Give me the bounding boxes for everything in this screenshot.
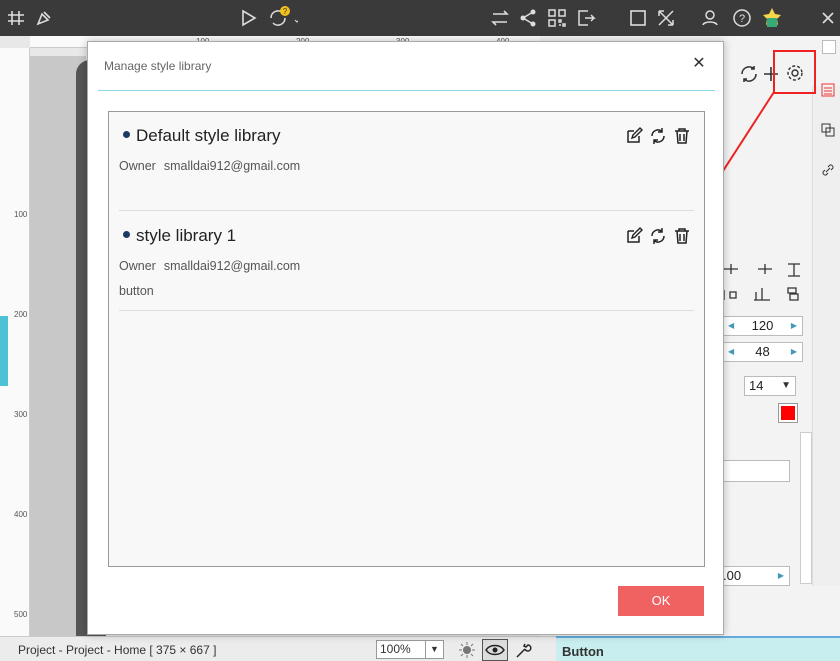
- play-icon[interactable]: [236, 6, 260, 30]
- wrench-icon[interactable]: [512, 640, 534, 660]
- list-item[interactable]: Default style library Owner smalldai912@g…: [119, 112, 694, 211]
- project-path: Project - Project - Home [ 375 × 667 ]: [18, 643, 217, 657]
- svg-text:?: ?: [739, 13, 745, 25]
- ruler-tick: 500: [14, 610, 28, 619]
- list-item[interactable]: style library 1 Owner smalldai912@gmail.c…: [119, 212, 694, 311]
- library-name: style library 1: [123, 226, 236, 246]
- increment-icon[interactable]: ▶: [791, 317, 797, 335]
- library-name-text: Default style library: [136, 126, 281, 145]
- library-owner: Owner smalldai912@gmail.com: [119, 159, 300, 173]
- layers-icon[interactable]: [820, 122, 836, 138]
- scrollbar[interactable]: [800, 432, 812, 584]
- zoom-select[interactable]: 100% ▼: [376, 640, 444, 659]
- dialog-title: Manage style library: [104, 59, 212, 73]
- left-handle[interactable]: [0, 316, 8, 386]
- ruler-tick: 400: [14, 510, 28, 519]
- list-icon[interactable]: [820, 82, 836, 98]
- sun-icon[interactable]: [456, 640, 478, 660]
- width-value: 120: [751, 318, 774, 333]
- zoom-value: 100%: [380, 642, 411, 656]
- manage-style-library-dialog: Manage style library ✕ Default style lib…: [87, 41, 724, 635]
- owner-label: Owner: [119, 259, 156, 273]
- library-actions: [620, 126, 692, 146]
- color-fill: [781, 406, 795, 420]
- chevron-down-icon: ▼: [425, 641, 443, 658]
- edit-icon[interactable]: [624, 126, 644, 146]
- collapse-icon[interactable]: [822, 40, 836, 54]
- export-icon[interactable]: [574, 6, 598, 30]
- status-bar: Project - Project - Home [ 375 × 667 ] 1…: [0, 636, 556, 661]
- ruler-tick: 300: [14, 410, 28, 419]
- height-value: 48: [755, 344, 770, 359]
- side-strip: [812, 86, 840, 586]
- close-icon[interactable]: ✕: [691, 56, 707, 72]
- bullet-icon: [123, 231, 130, 239]
- title-divider: [98, 90, 715, 91]
- owner-label: Owner: [119, 159, 156, 173]
- library-name: Default style library: [123, 126, 281, 146]
- numeric-value: .00: [723, 568, 742, 583]
- decrement-icon[interactable]: ◀: [728, 343, 734, 361]
- library-contents: button: [119, 284, 154, 298]
- height-field[interactable]: ◀ 48 ▶: [722, 342, 803, 362]
- delete-icon[interactable]: [672, 226, 692, 246]
- ruler-tick: 100: [14, 210, 28, 219]
- numeric-field[interactable]: .00 ▶: [720, 566, 790, 586]
- font-size-value: 14: [749, 378, 764, 393]
- increment-icon[interactable]: ▶: [778, 567, 784, 585]
- refresh-icon[interactable]: [738, 63, 760, 85]
- library-name-text: style library 1: [136, 226, 237, 245]
- component-name: Button: [562, 644, 604, 659]
- selected-component-bar[interactable]: Button: [556, 636, 840, 661]
- user-icon[interactable]: [698, 6, 722, 30]
- help-icon[interactable]: ?: [730, 6, 754, 30]
- sync-icon[interactable]: ?: [266, 6, 298, 30]
- library-actions: [620, 226, 692, 246]
- eye-icon[interactable]: [482, 639, 508, 661]
- library-list: Default style library Owner smalldai912@g…: [108, 111, 705, 567]
- font-size-select[interactable]: 14 ▼: [744, 376, 796, 396]
- share-icon[interactable]: [516, 6, 540, 30]
- owner-email: smalldai912@gmail.com: [163, 259, 301, 273]
- window-close-icon[interactable]: [816, 6, 840, 30]
- qrcode-icon[interactable]: [545, 6, 569, 30]
- delete-icon[interactable]: [672, 126, 692, 146]
- avatar[interactable]: [760, 6, 784, 30]
- link-icon[interactable]: [820, 162, 836, 178]
- refresh-icon[interactable]: [648, 226, 668, 246]
- grid-icon[interactable]: [4, 6, 28, 30]
- text-input[interactable]: [722, 460, 790, 482]
- expand-icon[interactable]: [654, 6, 678, 30]
- ok-button[interactable]: OK: [618, 586, 704, 616]
- edit-icon[interactable]: [624, 226, 644, 246]
- bullet-icon: [123, 131, 130, 139]
- top-toolbar: ? ?: [0, 0, 840, 36]
- decrement-icon[interactable]: ◀: [728, 317, 734, 335]
- text-color-swatch[interactable]: [778, 403, 798, 423]
- chevron-down-icon: ▼: [781, 380, 791, 391]
- align-tools[interactable]: [720, 260, 800, 306]
- library-owner: Owner smalldai912@gmail.com: [119, 259, 300, 273]
- width-field[interactable]: ◀ 120 ▶: [722, 316, 803, 336]
- refresh-icon[interactable]: [648, 126, 668, 146]
- increment-icon[interactable]: ▶: [791, 343, 797, 361]
- svg-text:?: ?: [283, 7, 288, 16]
- owner-email: smalldai912@gmail.com: [163, 159, 301, 173]
- transfer-icon[interactable]: [488, 6, 512, 30]
- fullscreen-icon[interactable]: [626, 6, 650, 30]
- brush-icon[interactable]: [32, 6, 56, 30]
- ruler-tick: 200: [14, 310, 28, 319]
